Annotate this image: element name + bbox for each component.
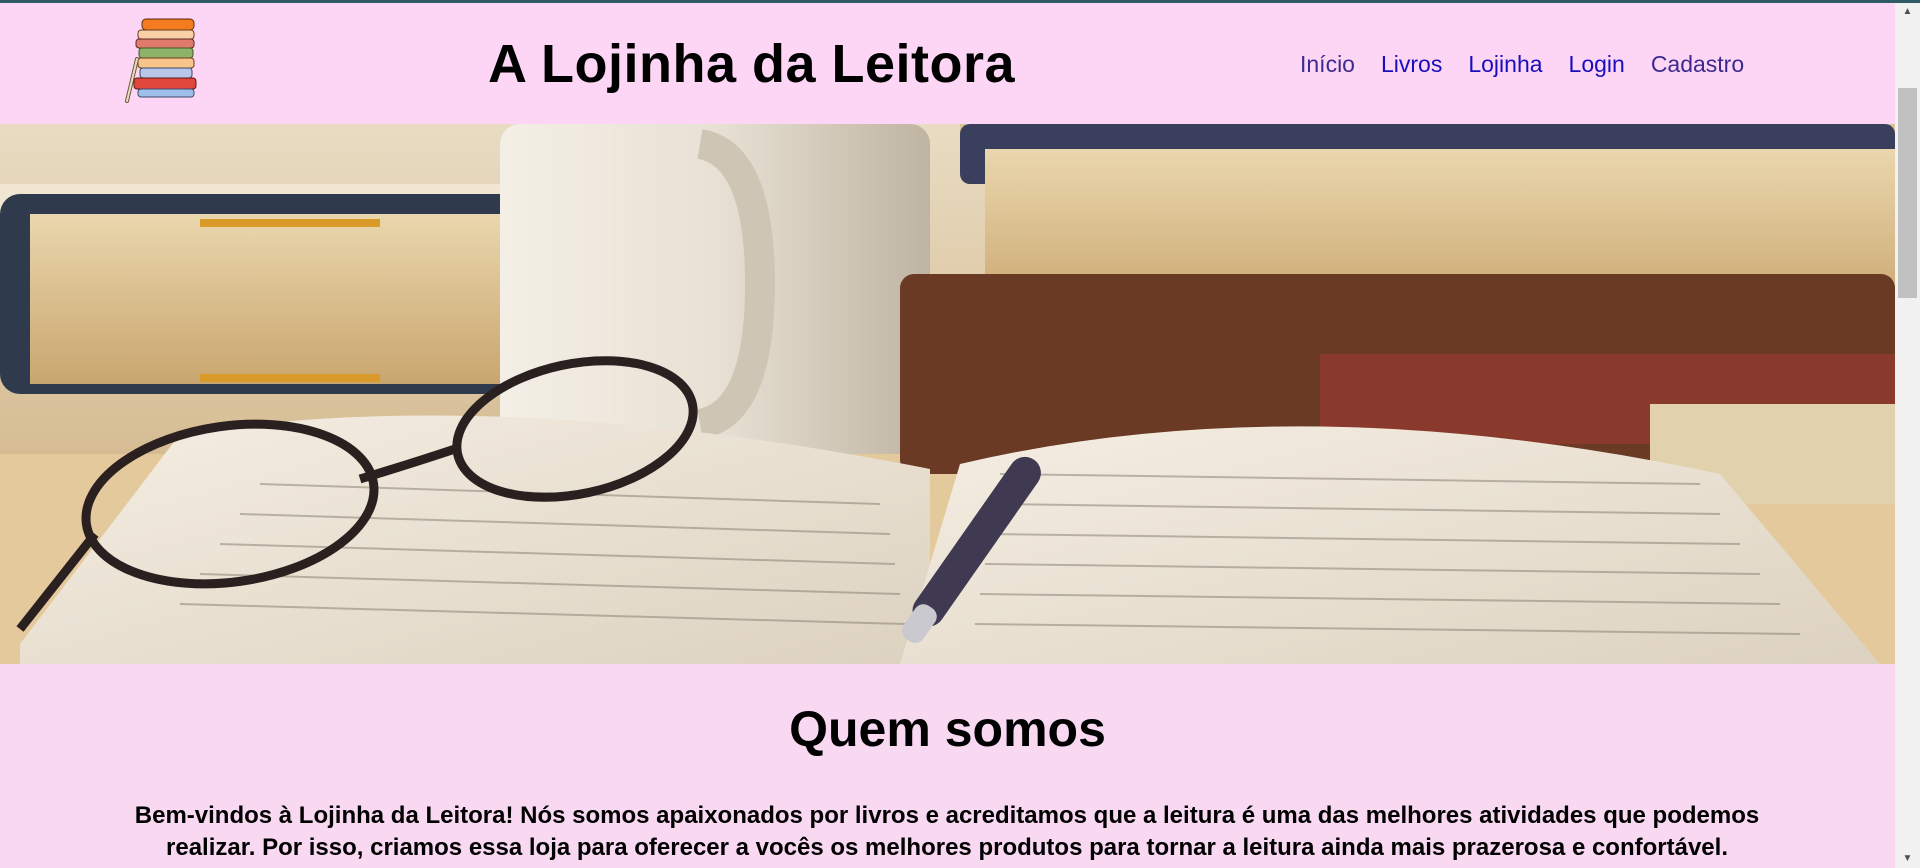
about-paragraph: Bem-vindos à Lojinha da Leitora! Nós som… [22, 800, 1872, 864]
scroll-up-icon[interactable]: ▲ [1895, 3, 1920, 21]
nav-lojinha[interactable]: Lojinha [1468, 51, 1542, 78]
main-nav: Início Livros Lojinha Login Cadastro [1300, 51, 1770, 78]
nav-inicio[interactable]: Início [1300, 51, 1355, 78]
nav-livros[interactable]: Livros [1381, 51, 1442, 78]
vertical-scrollbar[interactable]: ▲ ▼ [1895, 3, 1920, 868]
site-header: A Lojinha da Leitora Início Livros Lojin… [0, 3, 1895, 124]
scroll-thumb[interactable] [1898, 88, 1917, 298]
nav-cadastro[interactable]: Cadastro [1651, 51, 1744, 78]
nav-login[interactable]: Login [1569, 51, 1625, 78]
book-stack-icon[interactable] [112, 17, 202, 107]
hero-image [0, 124, 1895, 664]
site-title: A Lojinha da Leitora [488, 34, 1016, 94]
about-title: Quem somos [789, 701, 1106, 757]
about-line-2: realizar. Por isso, criamos essa loja pa… [166, 834, 1728, 861]
scroll-down-icon[interactable]: ▼ [1895, 850, 1920, 868]
about-line-1: Bem-vindos à Lojinha da Leitora! Nós som… [134, 802, 1760, 829]
